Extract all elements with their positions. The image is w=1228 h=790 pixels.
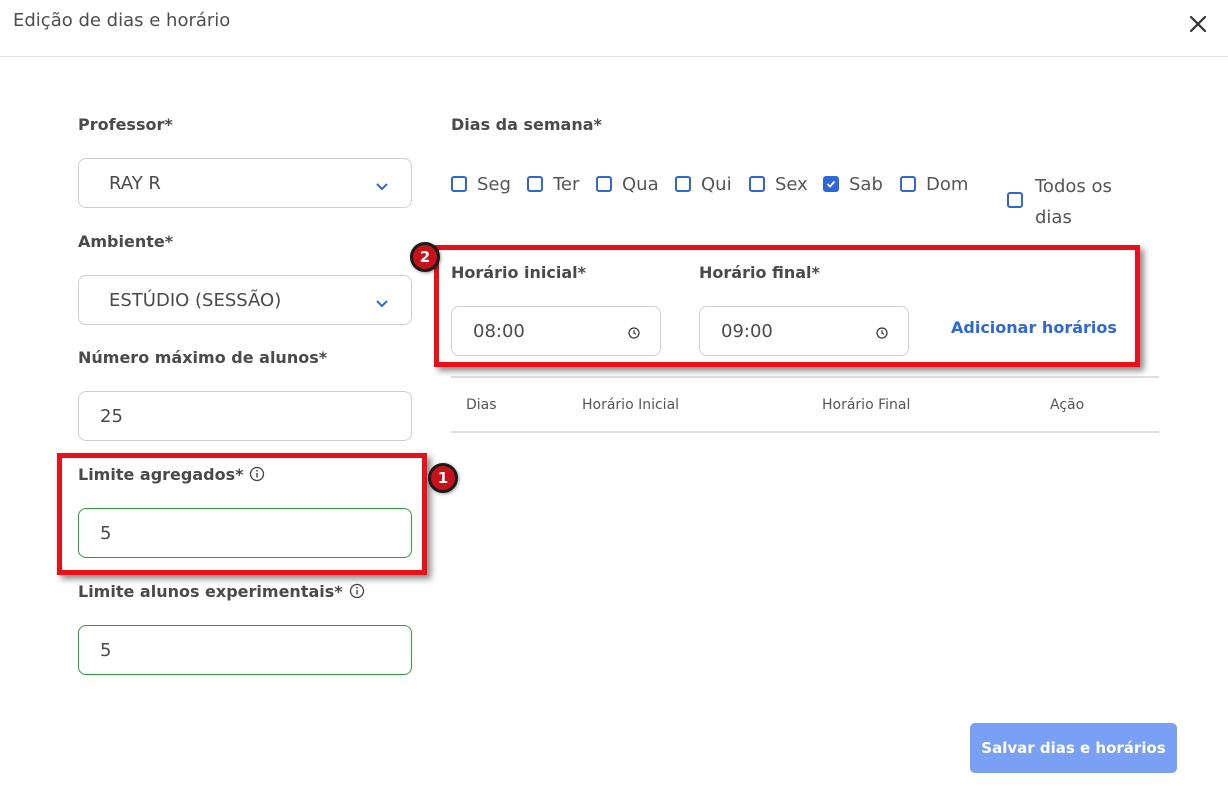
day-checkbox-dom[interactable]: Dom (900, 170, 968, 198)
close-icon[interactable] (1186, 12, 1210, 36)
day-checkbox-qui[interactable]: Qui (675, 170, 732, 198)
checkbox[interactable] (675, 176, 691, 192)
day-checkbox-qua[interactable]: Qua (596, 170, 659, 198)
save-button[interactable]: Salvar dias e horários (970, 723, 1177, 773)
schedule-table: Dias Horário Inicial Horário Final Ação (451, 376, 1159, 433)
column-header-acao: Ação (1050, 397, 1085, 413)
day-label: Ter (553, 173, 580, 195)
day-label: Sex (775, 173, 808, 195)
checkbox[interactable] (1007, 192, 1023, 208)
ambiente-label: Ambiente* (78, 232, 174, 251)
max-alunos-input[interactable]: 25 (78, 391, 412, 441)
day-label: Seg (477, 173, 511, 195)
dias-semana-label: Dias da semana* (451, 115, 602, 134)
highlight-box-limite-agregados (57, 453, 427, 575)
ambiente-value: ESTÚDIO (SESSÃO) (109, 290, 282, 311)
ambiente-select[interactable]: ESTÚDIO (SESSÃO) (78, 275, 412, 325)
limite-experimentais-value: 5 (100, 640, 112, 661)
checkbox[interactable] (749, 176, 765, 192)
checkbox[interactable] (900, 176, 916, 192)
dialog-header: Edição de dias e horário (0, 0, 1228, 57)
day-label: Qui (701, 173, 732, 195)
checkbox-checked[interactable] (823, 176, 839, 192)
max-alunos-label: Número máximo de alunos* (78, 348, 328, 367)
dialog-title: Edição de dias e horário (13, 10, 231, 31)
info-icon[interactable] (349, 583, 365, 603)
limite-experimentais-input[interactable]: 5 (78, 625, 412, 675)
limite-experimentais-text: Limite alunos experimentais* (78, 582, 343, 601)
day-label: Dom (926, 173, 969, 195)
day-checkbox-seg[interactable]: Seg (451, 170, 511, 198)
column-header-dias: Dias (466, 397, 497, 413)
day-label: Sab (849, 173, 883, 195)
highlight-box-schedule (434, 245, 1140, 367)
professor-select[interactable]: RAY R (78, 158, 412, 208)
checkbox[interactable] (596, 176, 612, 192)
checkbox[interactable] (527, 176, 543, 192)
max-alunos-value: 25 (100, 406, 123, 427)
checkbox[interactable] (451, 176, 467, 192)
chevron-down-icon (375, 177, 389, 196)
annotation-badge-2: 2 (410, 242, 440, 272)
day-label: Qua (622, 173, 659, 195)
limite-experimentais-label: Limite alunos experimentais* (78, 582, 365, 603)
chevron-down-icon (375, 294, 389, 313)
all-days-label: Todos os dias (1035, 176, 1112, 228)
day-checkbox-ter[interactable]: Ter (527, 170, 579, 198)
column-header-horario-inicial: Horário Inicial (582, 397, 680, 413)
day-checkbox-sab[interactable]: Sab (823, 170, 883, 198)
professor-label: Professor* (78, 115, 173, 134)
professor-value: RAY R (109, 173, 161, 194)
day-checkbox-sex[interactable]: Sex (749, 170, 808, 198)
column-header-horario-final: Horário Final (822, 397, 911, 413)
annotation-badge-1: 1 (428, 463, 458, 493)
